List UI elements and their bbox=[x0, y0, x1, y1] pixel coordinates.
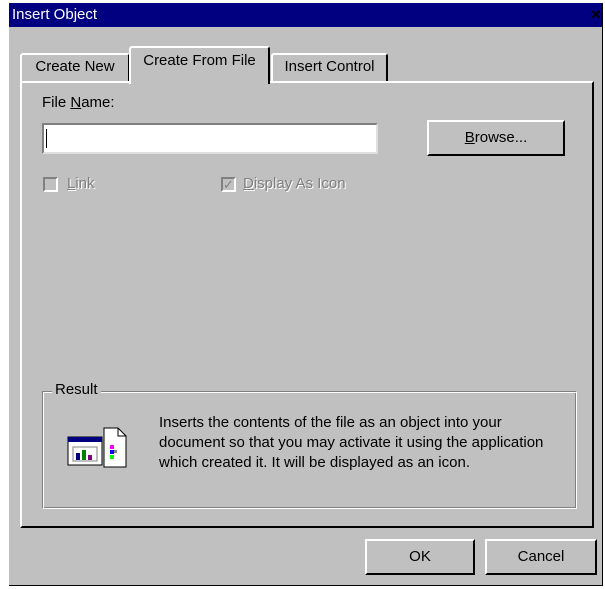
result-group-title: Result bbox=[52, 381, 101, 398]
window-title: Insert Object bbox=[12, 6, 98, 23]
tab-create-new[interactable]: Create New bbox=[20, 53, 130, 81]
display-as-icon-label: Display As Icon bbox=[243, 175, 346, 192]
file-name-label: File Name: bbox=[42, 94, 115, 111]
title-bar[interactable]: Insert Object ✕ bbox=[9, 3, 602, 27]
link-label: Link bbox=[67, 175, 95, 192]
file-name-input[interactable] bbox=[42, 123, 378, 154]
link-checkbox[interactable] bbox=[43, 177, 58, 192]
cancel-button[interactable]: Cancel bbox=[485, 539, 597, 575]
insert-file-object-icon bbox=[66, 423, 130, 473]
tab-create-new-label: Create New bbox=[35, 58, 115, 75]
close-icon[interactable]: ✕ bbox=[590, 8, 602, 22]
tab-create-from-file-label: Create From File bbox=[143, 52, 256, 69]
tab-insert-control-label: Insert Control bbox=[284, 58, 375, 75]
result-description: Inserts the contents of the file as an o… bbox=[159, 414, 544, 471]
text-caret bbox=[46, 129, 47, 148]
browse-button[interactable]: Browse... bbox=[427, 120, 565, 156]
display-as-icon-checkbox[interactable]: ✓ bbox=[221, 177, 236, 192]
tab-create-from-file[interactable]: Create From File bbox=[129, 46, 270, 84]
insert-object-dialog: Insert Object ✕ Create New Create From F… bbox=[9, 3, 603, 586]
tab-insert-control[interactable]: Insert Control bbox=[271, 53, 388, 81]
ok-button[interactable]: OK bbox=[365, 539, 475, 575]
